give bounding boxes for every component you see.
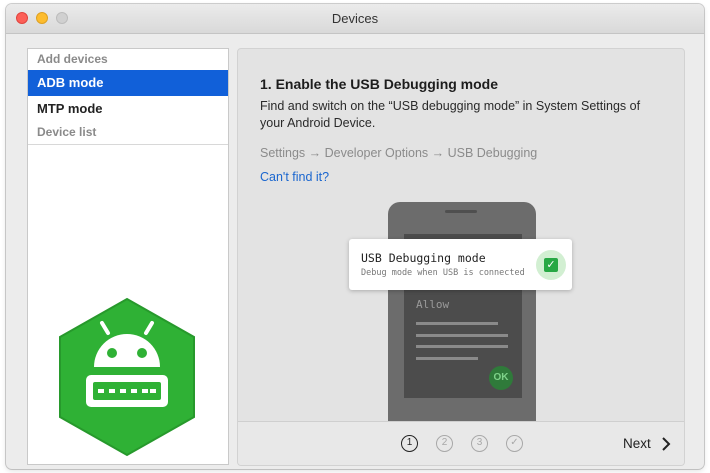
chevron-right-icon <box>662 437 671 451</box>
next-label: Next <box>623 436 651 451</box>
allow-label: Allow <box>416 298 450 311</box>
step-indicator-2[interactable]: 2 <box>436 435 453 452</box>
placeholder-line <box>416 345 508 348</box>
phone-illustration: Allow OK <box>388 202 536 432</box>
popup-title: USB Debugging mode <box>361 251 486 265</box>
sidebar-item-adb-mode[interactable]: ADB mode <box>28 70 228 96</box>
step-indicator-3[interactable]: 3 <box>471 435 488 452</box>
title-bar: Devices <box>6 4 704 34</box>
window-title: Devices <box>331 11 379 26</box>
content-panel: 1. Enable the USB Debugging mode Find an… <box>237 48 685 466</box>
popup-subtitle: Debug mode when USB is connected <box>361 268 525 278</box>
sidebar-divider <box>28 144 228 145</box>
sidebar-header-device-list: Device list <box>37 125 97 139</box>
step-indicator-done[interactable]: ✓ <box>506 435 523 452</box>
settings-path: Settings → Developer Options → USB Debug… <box>260 146 538 160</box>
ok-button-illustration: OK <box>489 366 513 390</box>
sidebar-item-mtp-mode[interactable]: MTP mode <box>28 96 228 122</box>
placeholder-line <box>416 322 498 325</box>
cant-find-it-link[interactable]: Can't find it? <box>260 170 329 184</box>
wizard-footer: 1 2 3 ✓ Next <box>238 421 684 465</box>
sidebar-header-add-devices: Add devices <box>37 52 108 66</box>
devices-window: Devices Add devices ADB mode MTP mode De… <box>6 4 704 469</box>
checkbox-checked-icon: ✓ <box>544 258 558 272</box>
step-title: 1. Enable the USB Debugging mode <box>260 76 499 92</box>
step-indicator-1[interactable]: 1 <box>401 435 418 452</box>
placeholder-line <box>416 357 478 360</box>
android-usb-logo-icon <box>59 297 195 457</box>
step-description: Find and switch on the “USB debugging mo… <box>260 99 641 130</box>
placeholder-line <box>416 334 508 337</box>
checkbox-highlight: ✓ <box>536 250 566 280</box>
next-button[interactable]: Next <box>623 434 671 454</box>
sidebar: Add devices ADB mode MTP mode Device lis… <box>27 48 229 465</box>
usb-debugging-popup: USB Debugging mode Debug mode when USB i… <box>349 239 572 290</box>
phone-speaker <box>445 210 477 213</box>
